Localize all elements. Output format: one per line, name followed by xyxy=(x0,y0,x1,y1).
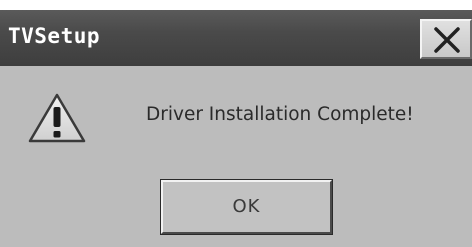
close-button[interactable] xyxy=(420,19,472,59)
title-bar[interactable]: TVSetup xyxy=(0,10,472,66)
window-title: TVSetup xyxy=(8,24,101,48)
ok-button-label: OK xyxy=(232,196,261,217)
close-icon xyxy=(434,27,460,53)
dialog-message: Driver Installation Complete! xyxy=(146,104,414,125)
ok-button[interactable]: OK xyxy=(160,179,333,235)
dialog-window: TVSetup Driver Installation Complete! OK xyxy=(0,10,472,247)
warning-icon xyxy=(28,93,86,143)
